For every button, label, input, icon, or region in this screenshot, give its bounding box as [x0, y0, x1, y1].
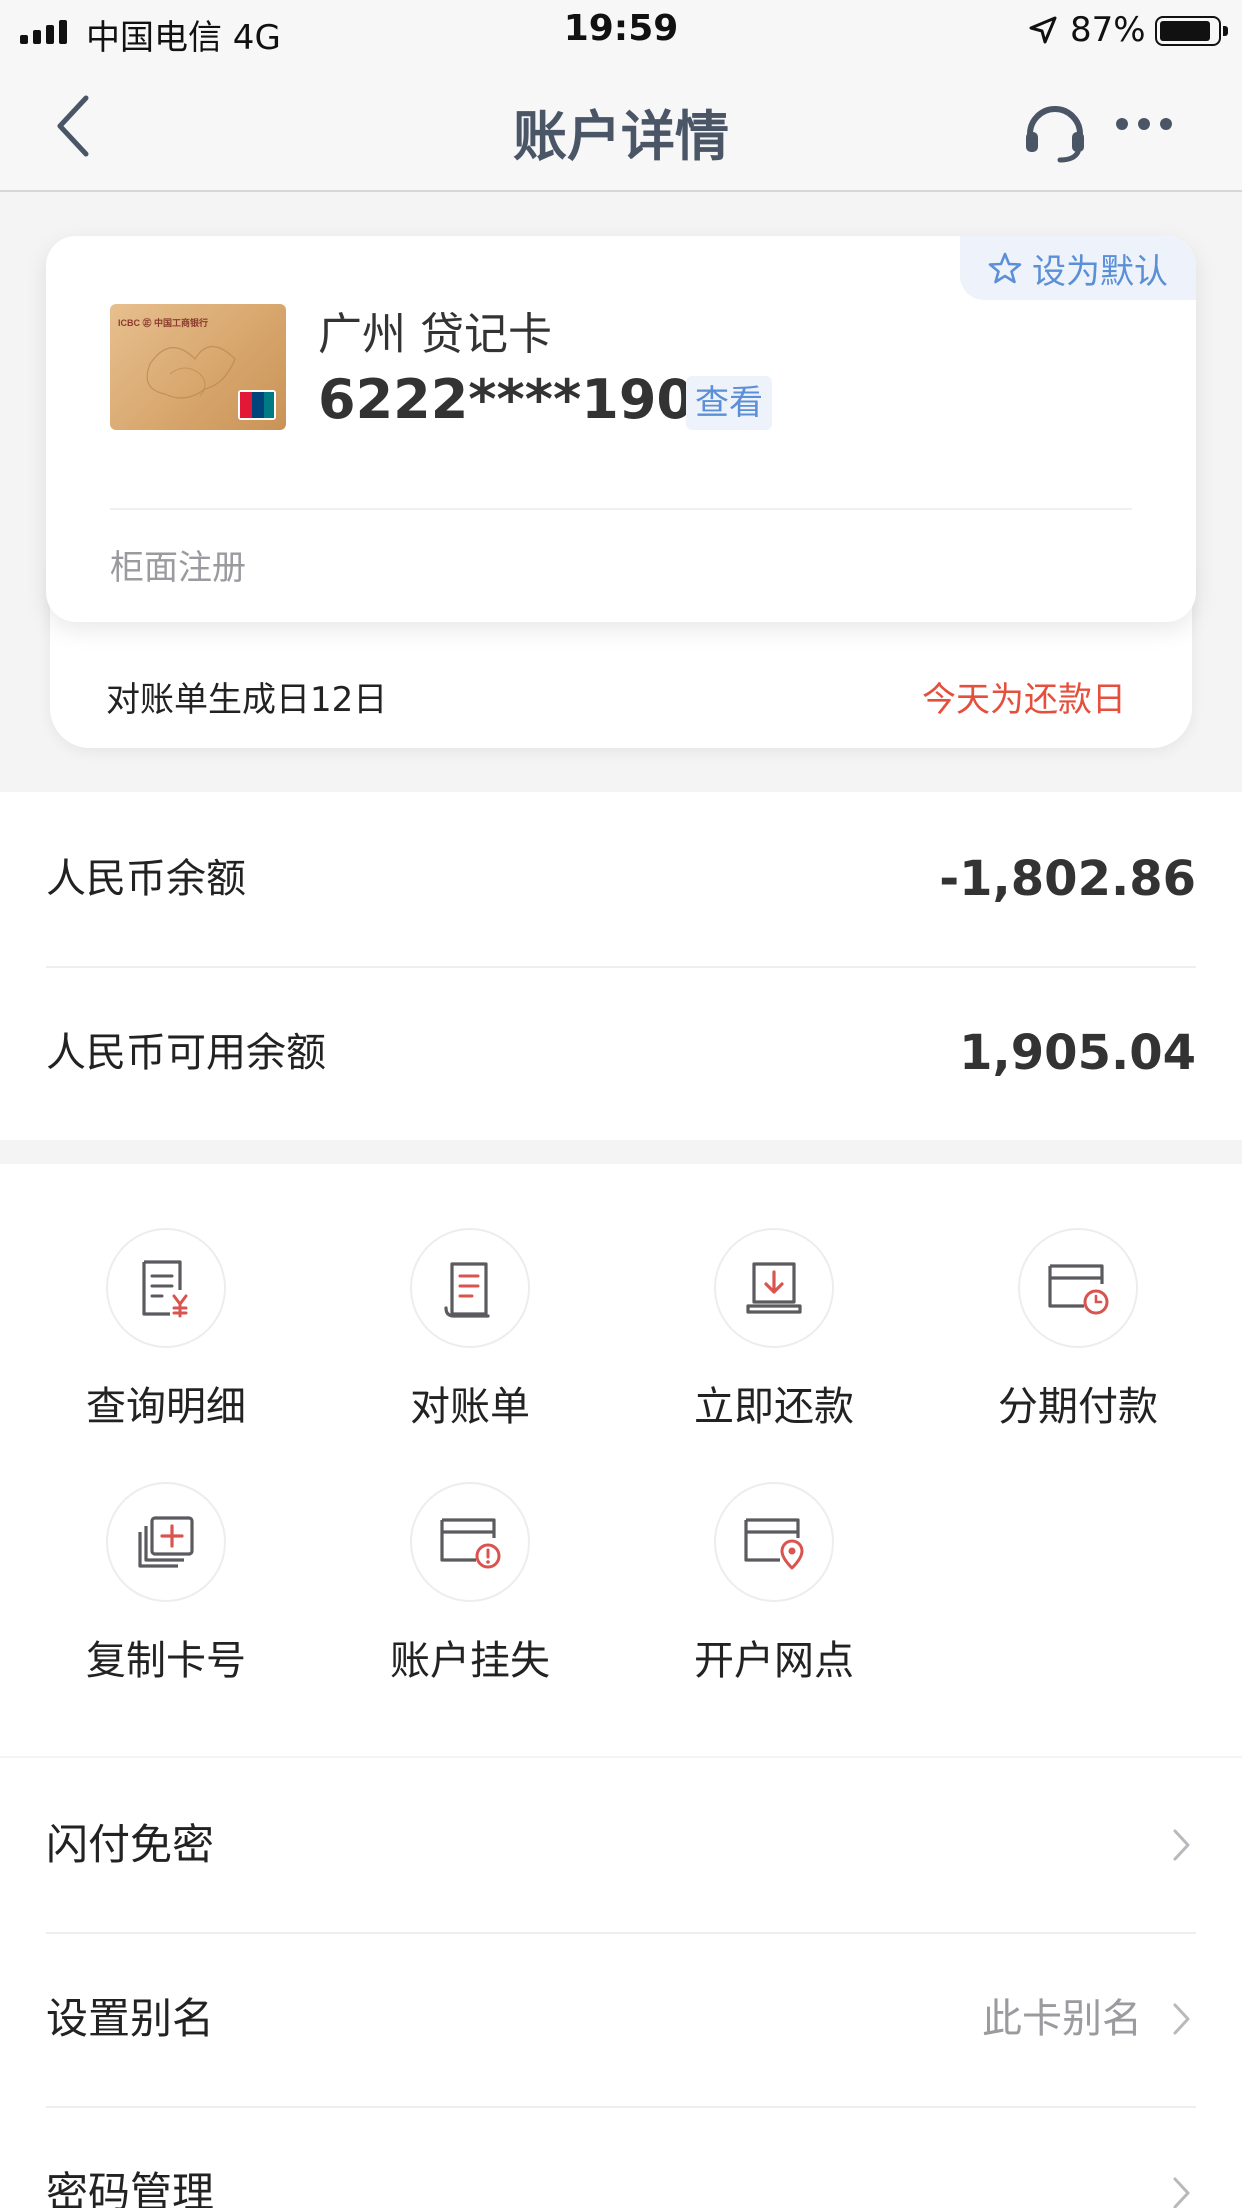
chevron-right-icon: [1173, 2177, 1190, 2208]
function-branch-location[interactable]: 开户网点: [622, 1418, 926, 1684]
battery-percent: 87%: [1070, 10, 1146, 50]
function-label: 账户挂失: [390, 1638, 550, 1684]
function-repay[interactable]: 立即还款: [622, 1164, 926, 1430]
function-label: 分期付款: [998, 1384, 1158, 1430]
card-name: 广州 贷记卡: [318, 309, 552, 360]
nav-bar: 账户详情: [0, 62, 1242, 192]
repay-icon: [746, 1262, 802, 1314]
function-detail-query[interactable]: 查询明细: [14, 1164, 318, 1430]
set-default-label: 设为默认: [1032, 251, 1168, 292]
list-item-label: 密码管理: [46, 2168, 215, 2208]
function-report-loss[interactable]: 账户挂失: [318, 1418, 622, 1684]
report-loss-icon: [440, 1518, 501, 1569]
function-label: 复制卡号: [86, 1638, 246, 1684]
status-bar: 中国电信 4G 19:59 87%: [0, 0, 1242, 62]
list-item-password[interactable]: 密码管理: [46, 2106, 1196, 2208]
registration-type: 柜面注册: [110, 548, 246, 588]
view-number-button[interactable]: 查看: [686, 376, 772, 430]
balance-section: 人民币余额 -1,802.86 人民币可用余额 1,905.04: [0, 792, 1242, 1140]
function-statement[interactable]: 对账单: [318, 1164, 622, 1430]
chevron-right-icon: [1173, 2003, 1190, 2035]
available-balance-value: 1,905.04: [959, 1025, 1196, 1081]
account-card: 设为默认 ICBC ㊣ 中国工商银行 广州 贷记卡 6222****1905 查…: [46, 236, 1196, 622]
copy-card-icon: [138, 1516, 194, 1568]
bank-logo-text: ICBC ㊣ 中国工商银行: [118, 317, 208, 328]
function-copy-card[interactable]: 复制卡号: [14, 1418, 318, 1684]
list-item-quickpass[interactable]: 闪付免密: [46, 1758, 1196, 1932]
branch-location-icon: [744, 1518, 804, 1570]
list-item-alias[interactable]: 设置别名 此卡别名: [46, 1932, 1196, 2106]
statement-icon: [444, 1262, 490, 1318]
function-label: 开户网点: [694, 1638, 854, 1684]
installment-icon: [1048, 1264, 1109, 1315]
alias-hint: 此卡别名: [982, 1996, 1142, 2042]
detail-query-icon: [142, 1260, 188, 1318]
card-artwork: ICBC ㊣ 中国工商银行: [118, 317, 276, 420]
available-balance-row: 人民币可用余额 1,905.04: [46, 966, 1196, 1140]
list-item-label: 闪付免密: [46, 1820, 215, 1869]
headset-icon[interactable]: [1022, 98, 1088, 164]
battery-icon: [1155, 16, 1228, 46]
chevron-right-icon: [1173, 1829, 1190, 1861]
function-installment[interactable]: 分期付款: [926, 1164, 1230, 1430]
star-icon: [988, 252, 1022, 284]
function-grid: 查询明细 对账单 立即还款 分期付款 复制卡号 账户挂失 开户网点: [0, 1164, 1242, 1756]
balance-row: 人民币余额 -1,802.86: [46, 792, 1196, 966]
due-date-notice: 今天为还款日: [922, 680, 1126, 720]
available-balance-label: 人民币可用余额: [46, 1030, 326, 1076]
set-default-button[interactable]: 设为默认: [960, 236, 1196, 300]
balance-value: -1,802.86: [939, 851, 1196, 907]
list-item-label: 设置别名: [46, 1994, 215, 2043]
more-icon[interactable]: [1116, 118, 1172, 130]
statement-date: 对账单生成日12日: [106, 680, 388, 720]
location-arrow-icon: [1029, 16, 1057, 44]
balance-label: 人民币余额: [46, 856, 246, 902]
card-divider: [110, 508, 1132, 510]
card-number: 6222****1905: [318, 368, 732, 431]
settings-list: 闪付免密 设置别名 此卡别名 密码管理: [0, 1758, 1242, 2208]
bank-card-image: ICBC ㊣ 中国工商银行: [110, 304, 286, 430]
